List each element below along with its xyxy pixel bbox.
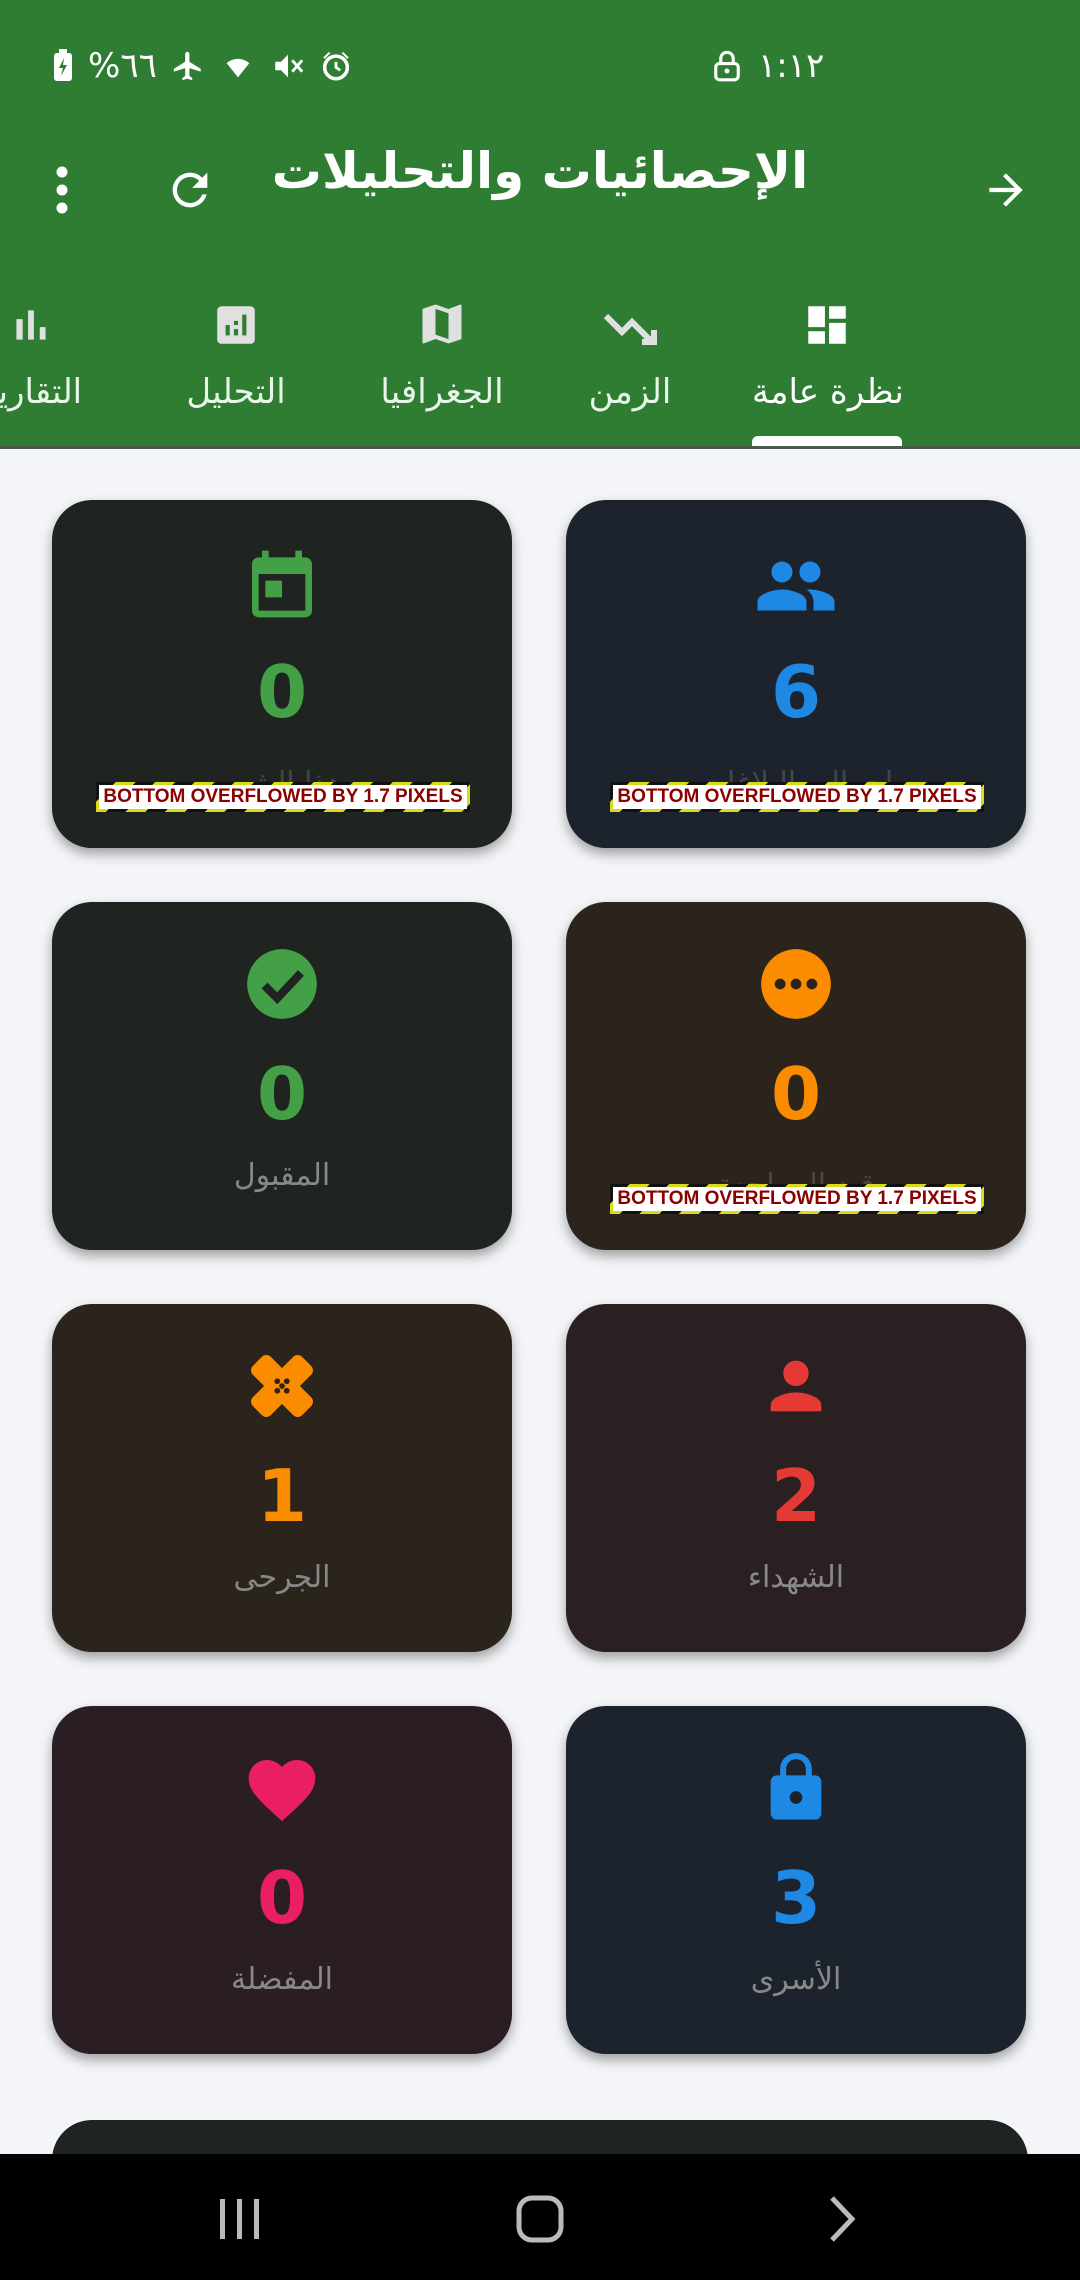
status-bar: %٦٦ ١:١٢	[0, 0, 1080, 130]
tab-reports[interactable]: التقارير	[0, 286, 106, 426]
tab-label: الزمن	[588, 372, 672, 412]
tab-analysis[interactable]: التحليل	[176, 286, 296, 426]
person-icon	[770, 1360, 822, 1412]
battery-percent: %٦٦	[88, 46, 157, 86]
card-label: الشهداء	[747, 1560, 845, 1595]
back-button[interactable]	[802, 2184, 882, 2254]
trending-icon	[603, 313, 657, 345]
tab-indicator	[752, 436, 902, 446]
app-bar: الإحصائيات والتحليلات	[0, 130, 1080, 250]
card-this-month[interactable]: 0 هذا الشهر BOTTOM OVERFLOWED BY 1.7 PIX…	[52, 500, 512, 848]
lock-icon	[770, 1753, 822, 1820]
card-label: المقبول	[233, 1158, 331, 1193]
back-icon	[830, 2196, 856, 2242]
card-wounded[interactable]: 1 الجرحى	[52, 1304, 512, 1652]
card-value: 2	[770, 1454, 822, 1538]
people-icon	[757, 561, 835, 611]
dashboard-icon	[808, 306, 846, 344]
system-nav-bar	[0, 2154, 1080, 2280]
tab-time[interactable]: الزمن	[580, 286, 680, 426]
card-pending[interactable]: 0 قيد المراجعة BOTTOM OVERFLOWED BY 1.7 …	[566, 902, 1026, 1250]
check-circle-icon	[247, 949, 317, 1019]
page-title: الإحصائيات والتحليلات	[271, 142, 809, 200]
card-value: 3	[770, 1856, 822, 1940]
card-label: الجرحى	[233, 1560, 331, 1595]
card-favorites[interactable]: 0 المفضلة	[52, 1706, 512, 2054]
calendar-icon	[252, 550, 312, 618]
card-value: 6	[770, 650, 822, 734]
bar-chart-icon	[16, 310, 46, 340]
tab-label: التقارير	[0, 372, 83, 412]
map-icon	[422, 304, 462, 344]
tab-label: التحليل	[186, 372, 286, 412]
card-value: 0	[770, 1052, 822, 1136]
card-value: 1	[256, 1454, 308, 1538]
card-accepted[interactable]: 0 المقبول	[52, 902, 512, 1250]
tab-geography[interactable]: الجغرافيا	[372, 286, 512, 426]
overflow-warning: BOTTOM OVERFLOWED BY 1.7 PIXELS	[610, 782, 984, 812]
card-label: الأسرى	[750, 1962, 842, 1997]
overflow-warning: BOTTOM OVERFLOWED BY 1.7 PIXELS	[96, 782, 470, 812]
airplane-icon	[173, 51, 201, 81]
more-circle-icon	[761, 949, 831, 1019]
lock-status-icon	[714, 50, 740, 82]
wifi-icon	[226, 58, 250, 78]
recents-icon	[220, 2199, 259, 2239]
home-icon	[516, 2195, 564, 2243]
card-label: المفضلة	[230, 1962, 334, 1997]
card-total-reports[interactable]: 6 إجمالي البلاغات BOTTOM OVERFLOWED BY 1…	[566, 500, 1026, 848]
card-value: 0	[256, 1856, 308, 1940]
status-icons: %٦٦	[52, 46, 353, 86]
card-value: 0	[256, 650, 308, 734]
card-prisoners[interactable]: 3 الأسرى	[566, 1706, 1026, 2054]
heart-icon	[248, 1760, 316, 1822]
card-value: 0	[256, 1052, 308, 1136]
status-time: ١:١٢	[758, 46, 825, 86]
battery-icon	[54, 49, 72, 81]
bandage-icon	[251, 1355, 313, 1417]
tab-bar: نظرة عامة الزمن الجغرافيا التحليل التقار…	[0, 250, 1080, 449]
back-arrow-button[interactable]	[966, 150, 1046, 230]
mute-icon	[275, 54, 304, 78]
tab-label: الجغرافيا	[380, 372, 504, 412]
status-center: ١:١٢	[712, 46, 824, 86]
tab-label: نظرة عامة	[752, 372, 904, 412]
overflow-warning: BOTTOM OVERFLOWED BY 1.7 PIXELS	[610, 1184, 984, 1214]
home-button[interactable]	[500, 2184, 580, 2254]
alarm-icon	[322, 51, 349, 81]
analytics-icon	[217, 306, 255, 344]
tab-overview[interactable]: نظرة عامة	[752, 286, 904, 426]
recents-button[interactable]	[200, 2184, 280, 2254]
arrow-forward-icon	[989, 173, 1023, 207]
card-martyrs[interactable]: 2 الشهداء	[566, 1304, 1026, 1652]
